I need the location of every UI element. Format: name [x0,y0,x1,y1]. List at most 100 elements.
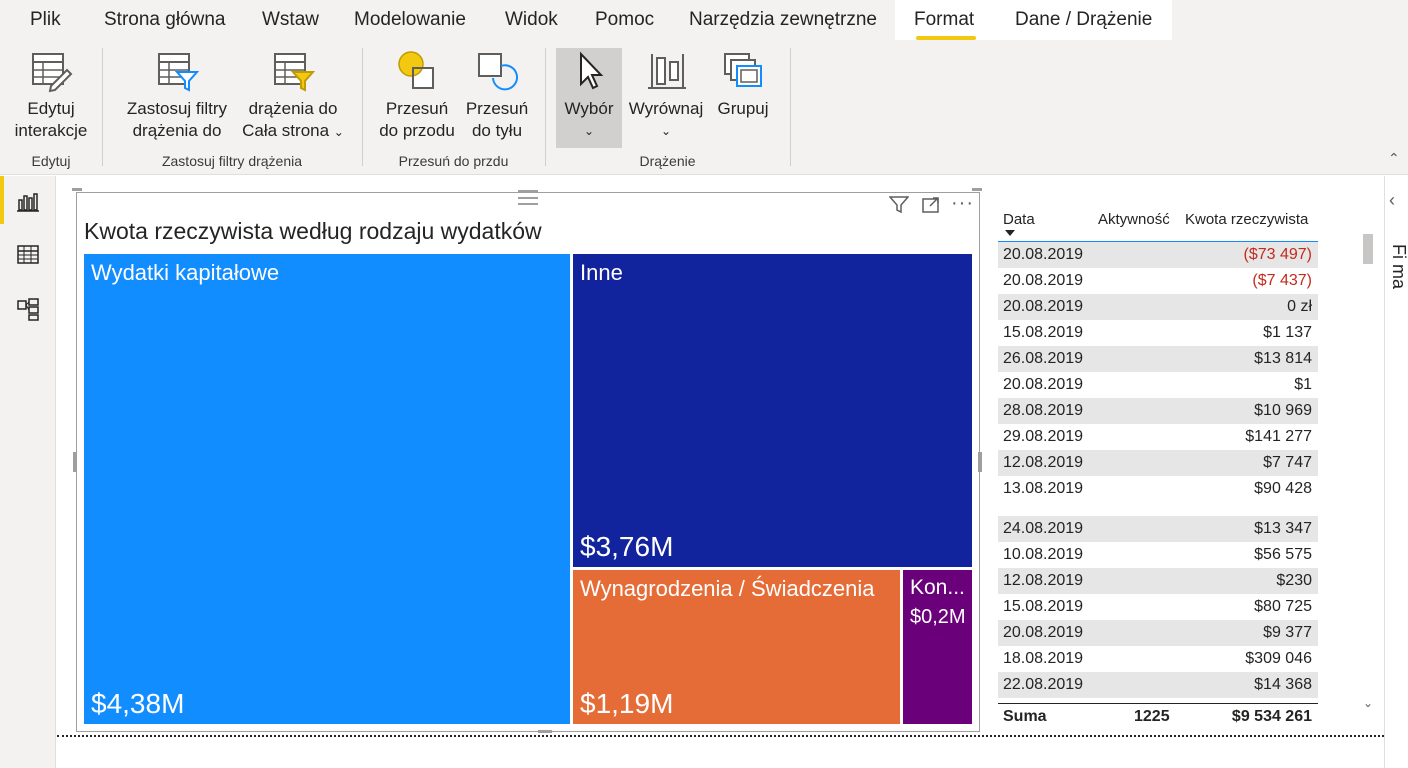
table-row[interactable]: 13.08.2019 $90 428 [998,476,1318,502]
table-row[interactable]: 15.08.2019 $80 725 [998,594,1318,620]
treemap-tile-other[interactable]: Inne $3,76M [573,254,972,567]
collapse-ribbon-icon[interactable]: ⌃ [1388,150,1400,167]
resize-handle-corner[interactable] [972,188,982,191]
table-row[interactable]: 20.08.2019 0 zł [998,294,1318,320]
cell-date: 12.08.2019 [1003,572,1084,589]
resize-handle-top[interactable] [518,190,538,192]
cell-date: 20.08.2019 [1003,624,1084,641]
table-scrollbar[interactable]: ⌄ [1362,206,1374,712]
model-view-icon[interactable] [16,297,40,321]
cell-amount: $141 277 [1245,428,1312,445]
tile-value: $4,38M [91,688,185,719]
group-button[interactable]: Grupuj [712,48,774,120]
tile-label: Wydatki kapitałowe [91,260,280,285]
total-amount: $9 534 261 [1231,708,1312,725]
cell-amount: $80 725 [1254,598,1312,615]
resize-handle-corner[interactable] [72,188,82,191]
scroll-down-icon[interactable]: ⌄ [1363,696,1373,710]
apply-drill-filters-button[interactable]: Zastosuj filtry drążenia do [120,48,234,142]
drag-handle-grip[interactable] [518,197,538,199]
edit-interactions-button[interactable]: Edytuj interakcje [8,48,94,142]
cell-date: 20.08.2019 [1003,298,1084,315]
scrollbar-thumb[interactable] [1363,234,1373,264]
bring-forward-label-2: do przodu [379,121,455,140]
filter-icon[interactable] [889,196,909,214]
active-view-indicator [0,176,4,224]
table-row[interactable]: 15.08.2019 $1 137 [998,320,1318,346]
group-label-drill: Drążenie [639,153,696,169]
table-row[interactable]: 24.08.2019 $13 347 [998,516,1318,542]
table-row[interactable]: 26.08.2019 $13 814 [998,346,1318,372]
cell-date: 18.08.2019 [1003,650,1084,667]
collapsed-pane-label[interactable]: Fi ma [1388,244,1408,289]
cell-date: 20.08.2019 [1003,246,1084,263]
table-filter-yellow-icon [274,53,315,92]
selection-label: Wybór [564,99,614,118]
tab-pomoc[interactable]: Pomoc [595,0,654,40]
cell-date: 20.08.2019 [1003,272,1084,289]
cell-date: 24.08.2019 [1003,520,1084,537]
table-row[interactable]: 29.08.2019 $141 277 [998,424,1318,450]
cell-amount: $309 046 [1245,650,1312,667]
group-label-move: Przesuń do przdu [398,153,509,169]
table-row[interactable]: 12.08.2019 $230 [998,568,1318,594]
group-label: Grupuj [717,99,769,118]
tile-value: $1,19M [580,688,674,719]
focus-mode-icon[interactable] [921,196,941,214]
table-row[interactable]: 12.08.2019 $7 747 [998,450,1318,476]
tile-value: $0,2M [910,606,966,628]
column-header-amount[interactable]: Kwota rzeczywista [1185,211,1308,228]
tab-widok[interactable]: Widok [505,0,558,40]
group-icon [724,53,762,87]
table-row[interactable]: 28.08.2019 $10 969 [998,398,1318,424]
ribbon-separator [102,48,103,166]
tab-plik[interactable]: Plik [30,0,61,40]
treemap-tile-salaries[interactable]: Wynagrodzenia / Świadczenia $1,19M [573,570,900,724]
cell-date: 13.08.2019 [1003,480,1084,497]
cell-date: 29.08.2019 [1003,428,1084,445]
send-backward-icon [478,53,518,91]
tab-strona-glowna[interactable]: Strona główna [104,0,225,40]
column-header-activity[interactable]: Aktywność [1098,211,1170,228]
align-dropdown[interactable]: Wyrównaj ⌄ [626,48,706,142]
tab-narzedzia-zewnetrzne[interactable]: Narzędzia zewnętrzne [689,0,877,40]
bring-forward-button[interactable]: Przesuń do przodu [374,48,460,142]
resize-handle-bottom[interactable] [538,730,552,733]
treemap-tile-capital[interactable]: Wydatki kapitałowe $4,38M [84,254,570,724]
tab-modelowanie[interactable]: Modelowanie [354,0,466,40]
tile-label: Kon... [910,576,965,599]
group-label-apply-drill-filters: Zastosuj filtry drążenia [161,153,303,169]
resize-handle-right[interactable] [978,452,982,472]
cell-amount: $1 137 [1263,324,1312,341]
selection-button[interactable]: Wybór ⌄ [556,48,622,142]
send-backward-button[interactable]: Przesuń do tyłu [460,48,534,142]
ribbon: Edytuj interakcje Zastosuj filtry drążen… [0,40,1408,175]
table-row[interactable]: 20.08.2019 $1 [998,372,1318,398]
edit-interactions-label-1: Edytuj [27,99,75,118]
expand-pane-icon[interactable]: ‹ [1389,190,1395,211]
table-row[interactable]: 20.08.2019 $9 377 [998,620,1318,646]
tab-wstaw[interactable]: Wstaw [262,0,319,40]
drill-whole-page-dropdown[interactable]: drążenia do Cała strona ⌄ [238,48,348,143]
table-row[interactable]: 20.08.2019 ($7 437) [998,268,1318,294]
report-view-icon[interactable] [16,190,40,214]
cell-amount: $7 747 [1263,454,1312,471]
tile-label: Wynagrodzenia / Świadczenia [580,576,875,601]
apply-filters-label-1: Zastosuj filtry [126,99,228,118]
cell-date: 15.08.2019 [1003,324,1084,341]
group-label-edit: Edytuj [31,153,71,169]
column-header-date[interactable]: Data [1003,211,1035,228]
tab-format-label: Format [914,9,975,30]
resize-handle-left[interactable] [73,452,77,472]
cell-date: 22.08.2019 [1003,676,1084,693]
tab-dane-drazenie[interactable]: Dane / Drążenie [1015,0,1152,40]
treemap-tile-kon[interactable]: Kon... $0,2M [903,570,972,724]
data-view-icon[interactable] [16,243,40,267]
table-row[interactable]: 22.08.2019 $14 368 [998,672,1318,698]
table-row[interactable]: 18.08.2019 $309 046 [998,646,1318,672]
cell-date: 10.08.2019 [1003,546,1084,563]
more-options-icon[interactable]: ··· [951,192,974,215]
table-row[interactable]: 20.08.2019 ($73 497) [998,242,1318,268]
send-backward-label-2: do tyłu [471,121,523,140]
table-row[interactable]: 10.08.2019 $56 575 [998,542,1318,568]
